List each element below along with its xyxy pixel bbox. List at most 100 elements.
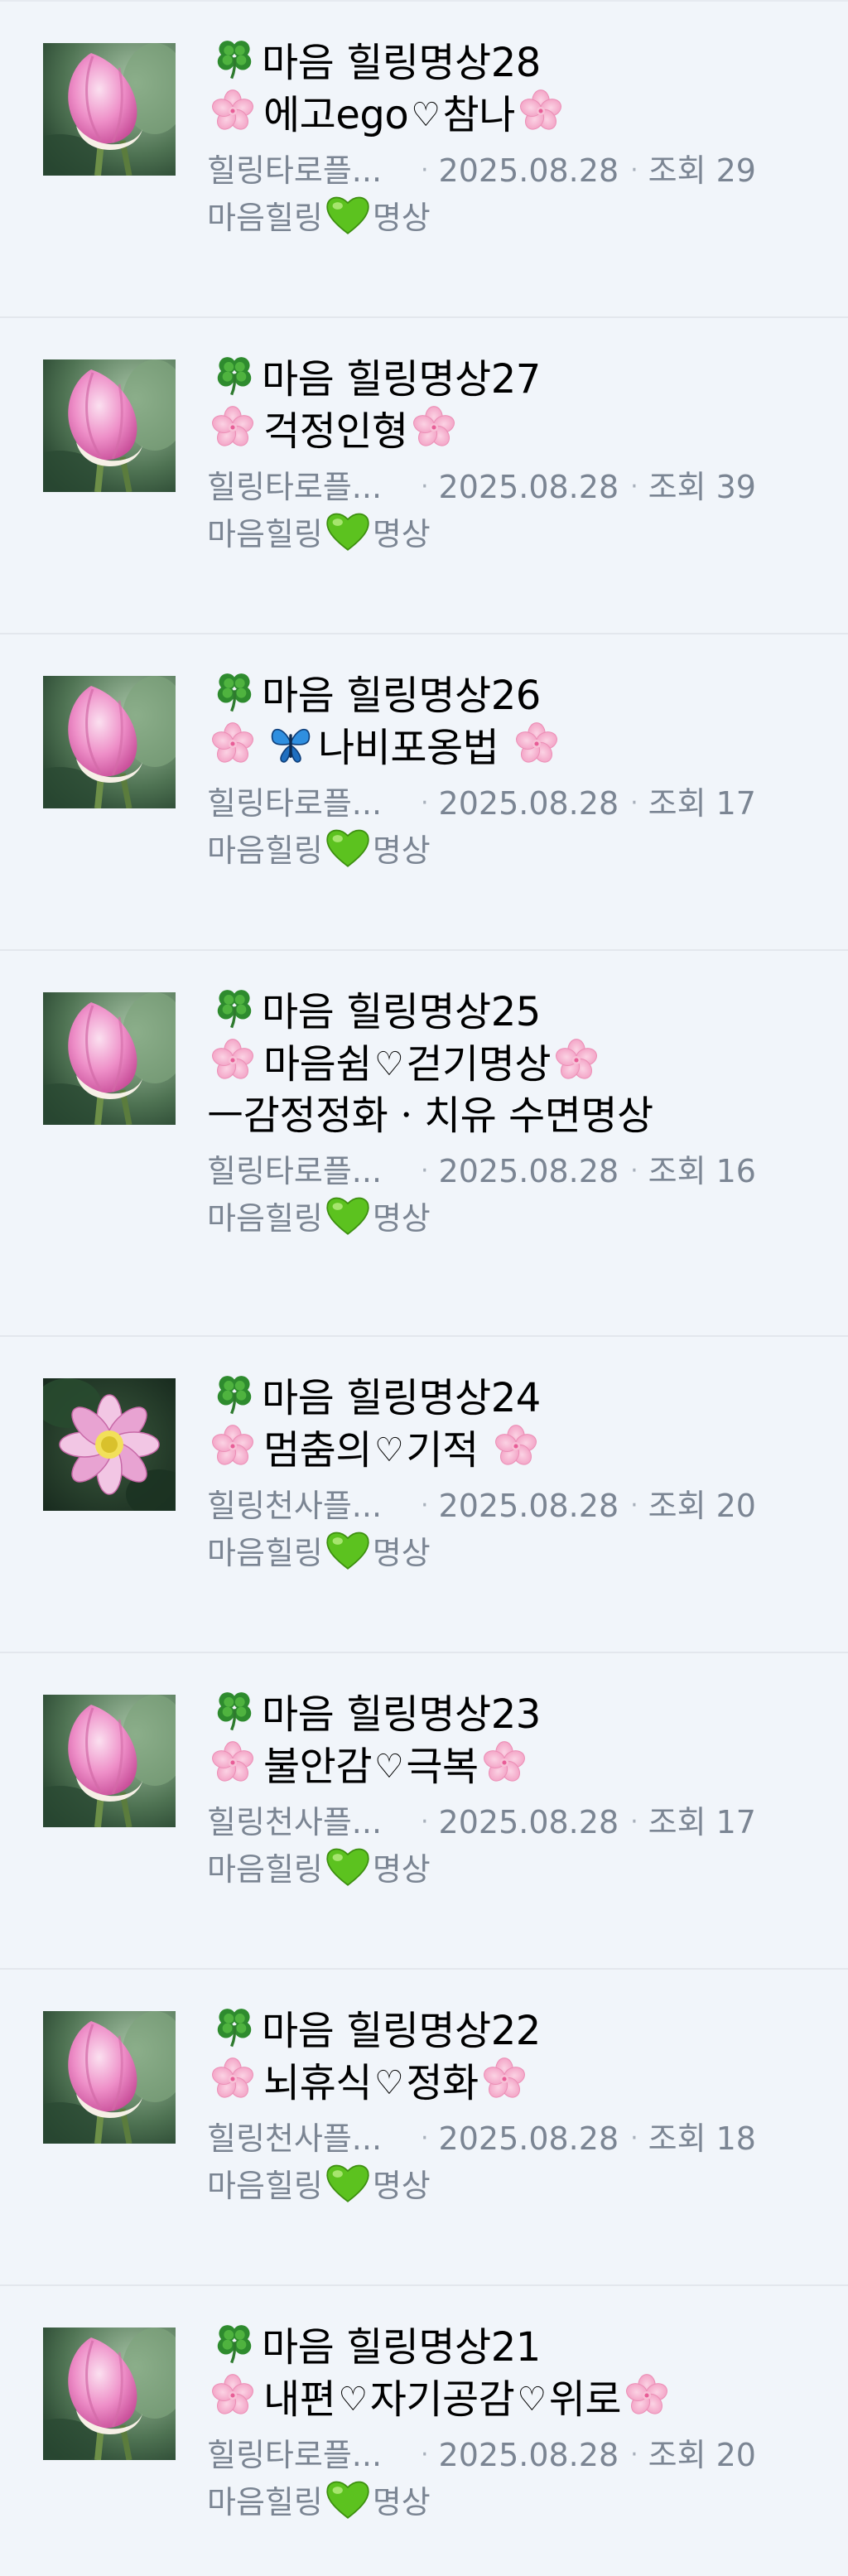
post-category[interactable]: 마음힐링 명상 <box>207 510 818 557</box>
separator-dot: · <box>421 1807 429 1836</box>
post-date: 2025.08.28 <box>438 1804 619 1840</box>
category-text: 마음힐링 <box>207 1200 323 1237</box>
four-leaf-clover-icon <box>217 673 252 712</box>
post-content: 마음 힐링명상21 내편♡자기공감♡위로 힐링타로플... · 2025.08.28 · 조… <box>207 2321 818 2525</box>
separator-dot: · <box>421 156 429 185</box>
post-meta: 힐링천사플... · 2025.08.28 · 조회 20 <box>207 1483 818 1529</box>
author-name[interactable]: 힐링타로플... <box>207 1148 409 1194</box>
thumbnail-lotus-bud[interactable] <box>43 2011 176 2144</box>
views-label: 조회 <box>648 152 706 189</box>
post-title[interactable]: 마음 힐링명상23 불안감♡극복 <box>207 1688 818 1792</box>
post-title[interactable]: 마음 힐링명상27 걱정인형 <box>207 353 818 457</box>
four-leaf-clover-icon <box>217 2325 252 2364</box>
post-category[interactable]: 마음힐링 명상 <box>207 827 818 874</box>
author-name[interactable]: 힐링천사플... <box>207 1799 409 1845</box>
separator-dot: · <box>630 1491 638 1520</box>
title-text: 나비포옹법 <box>318 725 512 771</box>
post-category[interactable]: 마음힐링 명상 <box>207 194 818 241</box>
title-line: 마음 힐링명상24 <box>207 1372 818 1424</box>
separator-dot: · <box>421 472 429 501</box>
outline-heart-icon: ♡ <box>411 96 441 134</box>
post-content: 마음 힐링명상25 마음쉼♡걷기명상 ㅡ감정정화ㆍ치유 수면명상힐링타로플... · 2… <box>207 986 818 1242</box>
post-content: 마음 힐링명상24 멈춤의♡기적 힐링천사플... · 2025.08.28 · 조회 20… <box>207 1372 818 1576</box>
author-name[interactable]: 힐링천사플... <box>207 2115 409 2162</box>
category-text: 명상 <box>372 1200 431 1237</box>
post-category[interactable]: 마음힐링 명상 <box>207 1529 818 1576</box>
post-category[interactable]: 마음힐링 명상 <box>207 1845 818 1893</box>
thumbnail-lotus-bloom[interactable] <box>43 1378 176 1511</box>
thumbnail-lotus-bud[interactable] <box>43 2328 176 2460</box>
outline-heart-icon: ♡ <box>517 2381 547 2419</box>
cherry-blossom-icon <box>483 1741 525 1782</box>
thumbnail-lotus-bud[interactable] <box>43 1695 176 1827</box>
title-line: 마음 힐링명상28 <box>207 36 818 89</box>
post-category[interactable]: 마음힐링 명상 <box>207 2478 818 2525</box>
post-category[interactable]: 마음힐링 명상 <box>207 1194 818 1242</box>
four-leaf-clover-icon <box>217 1692 252 1731</box>
outline-heart-icon: ♡ <box>338 2381 368 2419</box>
views-label: 조회 <box>648 469 706 505</box>
category-text: 명상 <box>372 1535 431 1571</box>
thumbnail-lotus-bud[interactable] <box>43 676 176 808</box>
separator-dot: · <box>421 2440 429 2469</box>
view-count: 29 <box>716 152 756 189</box>
post-title[interactable]: 마음 힐링명상24 멈춤의♡기적 <box>207 1372 818 1476</box>
title-line: 마음 힐링명상27 <box>207 353 818 405</box>
view-count: 17 <box>716 785 756 822</box>
separator-dot: · <box>421 2124 429 2153</box>
post-meta: 힐링타로플... · 2025.08.28 · 조회 16 <box>207 1148 818 1194</box>
separator-dot: · <box>630 2440 638 2469</box>
cherry-blossom-icon <box>212 1741 253 1782</box>
green-heart-icon <box>326 1197 369 1235</box>
post-content: 마음 힐링명상26 나비포옹법 힐링타로플... · 2025.08.28 · 조회 17 마… <box>207 669 818 874</box>
post-series: 마음 힐링명상25 <box>262 989 541 1035</box>
title-text: 에고ego <box>263 92 409 138</box>
list-item[interactable]: 마음 힐링명상26 나비포옹법 힐링타로플... · 2025.08.28 · 조회 17 마… <box>0 634 848 951</box>
category-text: 마음힐링 <box>207 2168 323 2204</box>
green-heart-icon <box>326 2481 369 2519</box>
list-item[interactable]: 마음 힐링명상27 걱정인형 힐링타로플... · 2025.08.28 · 조회 39 마음힐… <box>0 318 848 634</box>
views-label: 조회 <box>648 1153 706 1189</box>
separator-dot: · <box>630 1807 638 1836</box>
list-item[interactable]: 마음 힐링명상21 내편♡자기공감♡위로 힐링타로플... · 2025.08.28 · 조… <box>0 2286 848 2576</box>
cherry-blossom-icon <box>212 2374 253 2414</box>
post-content: 마음 힐링명상27 걱정인형 힐링타로플... · 2025.08.28 · 조회 39 마음힐… <box>207 353 818 557</box>
title-line: 마음 힐링명상23 <box>207 1688 818 1740</box>
view-count: 39 <box>716 469 756 505</box>
author-name[interactable]: 힐링타로플... <box>207 780 409 827</box>
category-text: 마음힐링 <box>207 1535 323 1571</box>
post-content: 마음 힐링명상23 불안감♡극복 힐링천사플... · 2025.08.28 · 조회 17 마… <box>207 1688 818 1893</box>
title-line: 멈춤의♡기적 <box>207 1424 818 1476</box>
post-category[interactable]: 마음힐링 명상 <box>207 2162 818 2209</box>
cherry-blossom-icon <box>495 1425 537 1465</box>
post-title[interactable]: 마음 힐링명상26 나비포옹법 <box>207 669 818 774</box>
list-item[interactable]: 마음 힐링명상23 불안감♡극복 힐링천사플... · 2025.08.28 · 조회 17 마… <box>0 1653 848 1970</box>
green-heart-icon <box>326 196 369 234</box>
post-title[interactable]: 마음 힐링명상22 뇌휴식♡정화 <box>207 2004 818 2109</box>
list-item[interactable]: 마음 힐링명상28 에고ego♡참나 힐링타로플... · 2025.08.28 · 조회 2… <box>0 2 848 318</box>
green-heart-icon <box>326 1532 369 1570</box>
category-text: 마음힐링 <box>207 516 323 552</box>
post-title[interactable]: 마음 힐링명상21 내편♡자기공감♡위로 <box>207 2321 818 2425</box>
separator-dot: · <box>630 156 638 185</box>
title-text: 불안감 <box>263 1744 372 1790</box>
category-text: 명상 <box>372 2484 431 2521</box>
post-title[interactable]: 마음 힐링명상28 에고ego♡참나 <box>207 36 818 141</box>
author-name[interactable]: 힐링타로플... <box>207 147 409 194</box>
post-title[interactable]: 마음 힐링명상25 마음쉼♡걷기명상 ㅡ감정정화ㆍ치유 수면명상 <box>207 986 818 1141</box>
thumbnail-lotus-bud[interactable] <box>43 43 176 176</box>
thumbnail-lotus-bud[interactable] <box>43 992 176 1125</box>
title-text: 정화 <box>406 2060 479 2106</box>
author-name[interactable]: 힐링타로플... <box>207 2432 409 2478</box>
title-text: 위로 <box>548 2376 622 2423</box>
category-text: 마음힐링 <box>207 1851 323 1888</box>
view-count: 17 <box>716 1804 756 1840</box>
list-item[interactable]: 마음 힐링명상22 뇌휴식♡정화 힐링천사플... · 2025.08.28 · 조회 18 마… <box>0 1970 848 2286</box>
author-name[interactable]: 힐링천사플... <box>207 1483 409 1529</box>
post-meta: 힐링타로플... · 2025.08.28 · 조회 39 <box>207 464 818 510</box>
list-item[interactable]: 마음 힐링명상25 마음쉼♡걷기명상 ㅡ감정정화ㆍ치유 수면명상힐링타로플... · 2… <box>0 951 848 1337</box>
list-item[interactable]: 마음 힐링명상24 멈춤의♡기적 힐링천사플... · 2025.08.28 · 조회 20… <box>0 1337 848 1653</box>
post-series: 마음 힐링명상21 <box>262 2324 541 2371</box>
author-name[interactable]: 힐링타로플... <box>207 464 409 510</box>
thumbnail-lotus-bud[interactable] <box>43 359 176 492</box>
